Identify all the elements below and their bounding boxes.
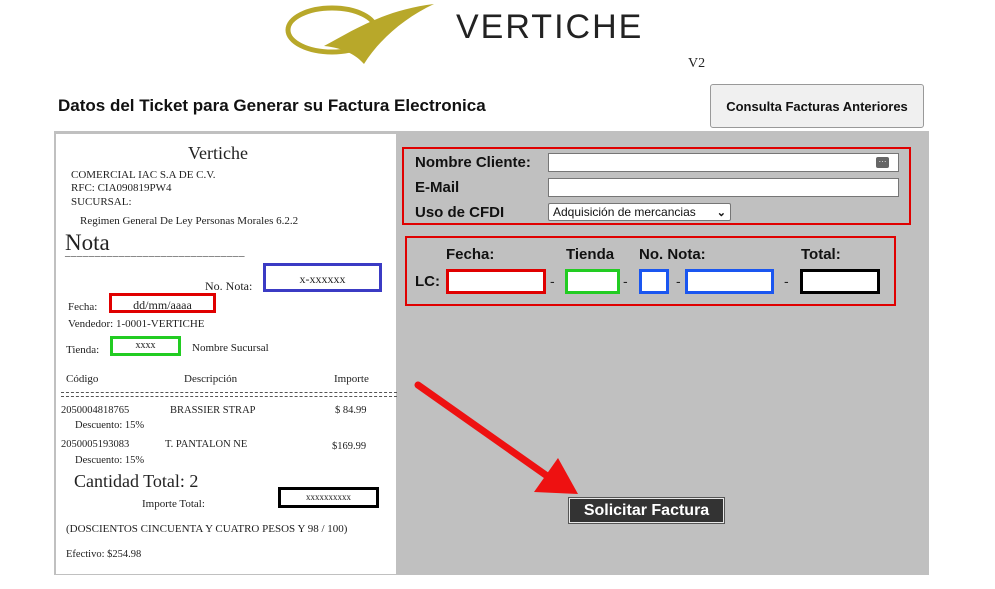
ticket-item-amount: $169.99 — [332, 441, 367, 452]
nombre-cliente-input[interactable]: ··· — [548, 153, 899, 172]
ticket-item-discount: Descuento: 15% — [75, 455, 145, 466]
lc-dash: - — [550, 273, 555, 289]
ticket-item-code: 2050004818765 — [61, 405, 130, 416]
ticket-item-discount: Descuento: 15% — [75, 420, 145, 431]
nombre-cliente-label: Nombre Cliente: — [415, 154, 531, 171]
email-input[interactable] — [548, 178, 899, 197]
solicitar-factura-button[interactable]: Solicitar Factura — [568, 497, 725, 524]
lc-dash: - — [623, 273, 628, 289]
lc-prefix-label: LC: — [415, 273, 440, 290]
ticket-fecha-label: Fecha: — [68, 301, 98, 313]
ticket-vendedor: Vendedor: 1-0001-VERTICHE — [68, 318, 205, 330]
lc-total-input[interactable] — [800, 269, 880, 294]
arrow-icon — [414, 381, 578, 494]
autofill-icon[interactable]: ··· — [876, 157, 889, 168]
brand-name: VERTICHE — [456, 8, 644, 46]
ticket-fecha-box: dd/mm/aaaa — [109, 293, 216, 313]
ticket-amount-words: (DOSCIENTOS CINCUENTA Y CUATRO PESOS Y 9… — [66, 523, 348, 535]
ticket-importe-total-box: xxxxxxxxxx — [278, 487, 379, 508]
ticket-rule — [61, 392, 397, 397]
ticket-branch: SUCURSAL: — [71, 196, 132, 208]
ticket-tienda-name: Nombre Sucursal — [192, 342, 269, 354]
lc-fecha-label: Fecha: — [446, 246, 495, 263]
version-label: V2 — [688, 56, 706, 71]
lc-nota-prefix-input[interactable] — [639, 269, 669, 294]
ticket-tienda-label: Tienda: — [66, 344, 100, 356]
lc-tienda-label: Tienda — [566, 246, 615, 263]
verticche-logo-icon — [285, 4, 434, 64]
ticket-importe-total-value: xxxxxxxxxx — [306, 492, 351, 502]
ticket-col-codigo: Código — [66, 373, 99, 385]
ticket-fecha-value: dd/mm/aaaa — [133, 298, 192, 312]
lc-nota-label: No. Nota: — [639, 246, 706, 263]
ticket-cantidad-total: Cantidad Total: 2 — [74, 471, 199, 491]
ticket-item-desc: T. PANTALON NE — [165, 439, 248, 450]
uso-cfdi-select[interactable]: Adquisición de mercancias ⌄ — [548, 203, 731, 221]
ticket-item-amount: $ 84.99 — [335, 405, 367, 416]
ticket-no-nota-label: No. Nota: — [205, 279, 253, 293]
ticket-col-descripcion: Descripción — [184, 373, 238, 385]
ticket-item-code: 2050005193083 — [61, 439, 130, 450]
ticket-store-name: Vertiche — [188, 143, 248, 163]
ticket-example: Vertiche COMERCIAL IAC S.A DE C.V. RFC: … — [56, 134, 397, 574]
ticket-importe-total-label: Importe Total: — [142, 498, 205, 510]
ticket-efectivo: Efectivo: $254.98 — [66, 549, 142, 560]
chevron-down-icon: ⌄ — [716, 207, 726, 219]
ticket-no-nota-value: x-xxxxxx — [299, 272, 346, 286]
ticket-no-nota-box: x-xxxxxx — [263, 263, 382, 292]
email-label: E-Mail — [415, 179, 460, 196]
page-title: Datos del Ticket para Generar su Factura… — [58, 96, 486, 115]
ticket-company: COMERCIAL IAC S.A DE C.V. — [71, 169, 216, 181]
ticket-regime: Regimen General De Ley Personas Morales … — [80, 215, 299, 227]
lc-dash: - — [784, 273, 789, 289]
ticket-tienda-value: xxxx — [135, 340, 156, 351]
lc-nota-input[interactable] — [685, 269, 774, 294]
lc-total-label: Total: — [801, 246, 841, 263]
ticket-tienda-box: xxxx — [110, 336, 181, 356]
ticket-item-desc: BRASSIER STRAP — [170, 405, 256, 416]
ticket-rfc: RFC: CIA090819PW4 — [71, 182, 172, 194]
uso-cfdi-selected: Adquisición de mercancias — [553, 205, 696, 219]
lc-dash: - — [676, 273, 681, 289]
ticket-col-importe: Importe — [334, 373, 369, 385]
lc-tienda-input[interactable] — [565, 269, 620, 294]
ticket-divider: ______________________________ — [65, 246, 245, 258]
uso-cfdi-label: Uso de CFDI — [415, 204, 505, 221]
previous-invoices-button[interactable]: Consulta Facturas Anteriores — [710, 84, 924, 128]
lc-fecha-input[interactable] — [446, 269, 546, 294]
